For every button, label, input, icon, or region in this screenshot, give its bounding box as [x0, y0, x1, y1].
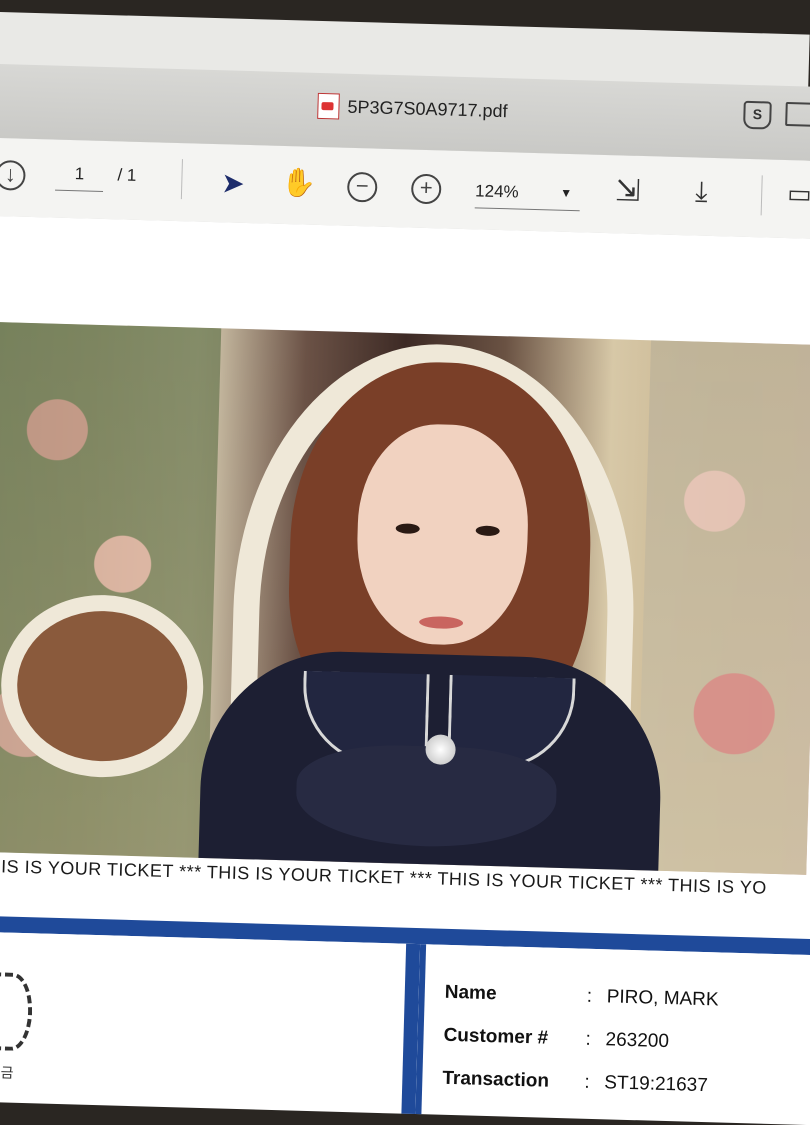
zoom-value: 124% [474, 181, 519, 202]
info-row-transaction: Transaction : ST19:21637 [442, 1057, 717, 1108]
page-number-input[interactable]: 1 [55, 163, 104, 192]
info-value: ST19:21637 [604, 1071, 709, 1096]
ticket-logo-panel: ry 이 지금 [0, 931, 421, 1115]
zoom-in-button[interactable]: + [410, 173, 442, 205]
ticket-photo [0, 321, 810, 875]
hand-icon: ✋ [280, 166, 317, 199]
pointer-arrow-icon: ➤ [220, 167, 246, 199]
page-total: / 1 [117, 165, 137, 185]
laurel-icon [0, 972, 34, 1052]
screen: 5P3G7S0A9717.pdf S ↓ 1 / 1 ➤ ✋ − + 124% … [0, 12, 810, 1125]
select-tool-button[interactable]: ➤ [221, 166, 245, 200]
info-value: 263200 [605, 1028, 670, 1052]
fit-page-icon: ⇲ [614, 174, 641, 208]
info-colon: : [585, 1028, 592, 1050]
title-bar-extras: S [743, 100, 810, 131]
info-label: Name [444, 981, 497, 1004]
download-button[interactable]: ⤓ [695, 175, 708, 208]
info-label: Customer # [443, 1024, 549, 1049]
plus-circle-icon: + [410, 173, 442, 205]
info-label: Transaction [442, 1067, 550, 1092]
pdf-document: THIS IS YOUR TICKET *** THIS IS YOUR TIC… [0, 215, 810, 1125]
window-title: 5P3G7S0A9717.pdf [347, 96, 508, 121]
comment-button[interactable]: ▭ [787, 178, 810, 210]
hand-tool-button[interactable]: ✋ [281, 166, 317, 200]
next-page-button[interactable]: ↓ [0, 159, 26, 191]
person-eye-left [395, 523, 420, 534]
comment-icon: ▭ [786, 178, 810, 209]
security-shield-icon[interactable]: S [743, 100, 772, 130]
zoom-select[interactable]: 124% ▼ [474, 181, 581, 212]
info-colon: : [584, 1071, 590, 1093]
floral-wallpaper-left [0, 321, 222, 859]
display-icon[interactable] [785, 101, 810, 127]
arrow-down-circle-icon: ↓ [0, 159, 26, 191]
pdf-file-icon [317, 92, 340, 120]
info-value: PIRO, MARK [606, 985, 719, 1010]
toolbar-divider [180, 159, 183, 200]
zoom-out-button[interactable]: − [346, 171, 378, 203]
info-row-customer: Customer # : 263200 [443, 1014, 718, 1065]
download-icon: ⤓ [694, 175, 709, 207]
ticket-info-panel: Name : PIRO, MARK Customer # : 263200 Tr… [415, 944, 810, 1125]
floral-wallpaper-right [636, 340, 810, 875]
minus-circle-icon: − [346, 171, 378, 203]
fit-page-button[interactable]: ⇲ [615, 173, 641, 209]
ticket-info: Name : PIRO, MARK Customer # : 263200 Tr… [442, 971, 719, 1108]
caret-down-icon: ▼ [560, 185, 573, 201]
info-colon: : [586, 985, 593, 1007]
toolbar-divider [760, 175, 763, 216]
person-eye-right [475, 525, 500, 537]
title-file: 5P3G7S0A9717.pdf [317, 92, 508, 124]
info-row-name: Name : PIRO, MARK [444, 971, 719, 1022]
